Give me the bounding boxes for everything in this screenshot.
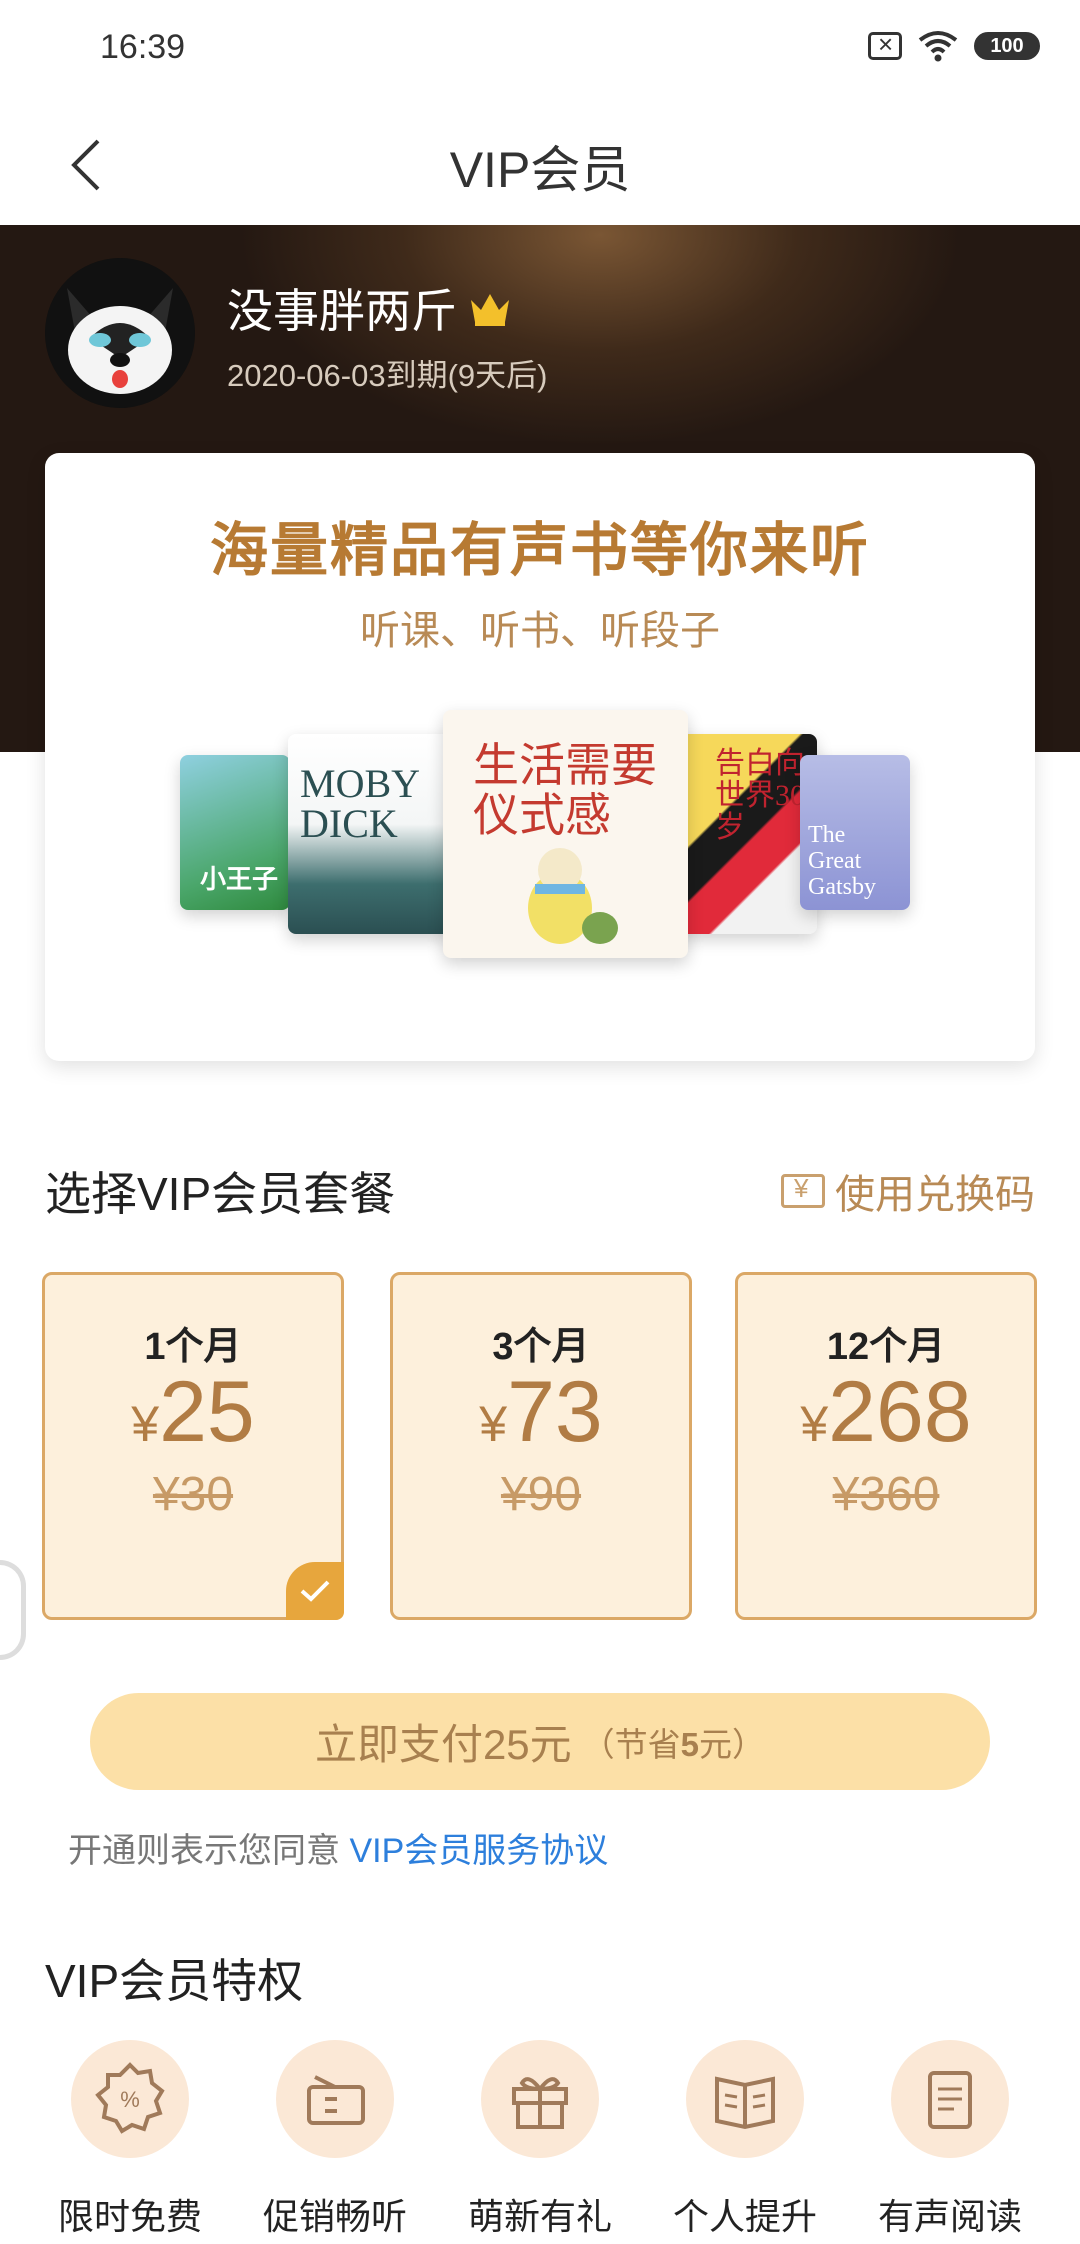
pay-button-label: 立即支付25元 <box>314 1721 572 1768</box>
redeem-code-label: 使用兑换码 <box>835 1173 1035 1217</box>
plan-price-currency: ¥ <box>479 1396 508 1452</box>
plan-price-amount: 268 <box>828 1364 972 1460</box>
status-bar: 16:39 100 <box>0 0 1080 100</box>
banner-subtitle: 听课、听书、听段子 <box>360 609 720 653</box>
book-title: 小王子 <box>200 865 279 894</box>
plan-price: ¥268 <box>738 1363 1034 1462</box>
pay-now-button[interactable]: 立即支付25元 （节省5元） <box>90 1693 990 1790</box>
plan-price: ¥25 <box>45 1363 341 1462</box>
app-header: VIP会员 <box>0 100 1080 225</box>
discount-badge-icon: % <box>71 2040 189 2158</box>
perk-item-audio-reading[interactable]: 有声阅读 <box>865 2040 1035 2240</box>
agreement-text: 开通则表示您同意 VIP会员服务协议 <box>68 1823 608 1872</box>
perks-list: % 限时免费 促销畅听 萌新有礼 个人提升 有声阅读 <box>45 2040 1035 2240</box>
book-cover: 小王子 <box>180 755 290 910</box>
battery-icon: 100 <box>974 32 1040 60</box>
book-cover: 生活需要仪式感 <box>443 710 688 958</box>
username: 没事胖两斤 <box>227 285 457 337</box>
perk-item-limited-free[interactable]: % 限时免费 <box>45 2040 215 2240</box>
username-row: 没事胖两斤 <box>227 275 513 341</box>
crown-icon <box>471 294 509 326</box>
plan-duration: 12个月 <box>826 1326 946 1368</box>
plan-price-amount: 25 <box>159 1364 255 1460</box>
gift-icon <box>481 2040 599 2158</box>
plan-card-3-months[interactable]: 3个月 ¥73 ¥90 <box>390 1272 692 1620</box>
wifi-icon <box>918 30 958 62</box>
avatar[interactable] <box>45 258 195 408</box>
promo-banner[interactable]: 海量精品有声书等你来听 听课、听书、听段子 小王子 MOBY DICK 告白向世… <box>45 453 1035 1061</box>
plan-card-1-month[interactable]: 1个月 ¥25 ¥30 <box>42 1272 344 1620</box>
edge-drag-handle[interactable] <box>0 1560 26 1660</box>
plan-price-currency: ¥ <box>800 1396 829 1452</box>
banner-title: 海量精品有声书等你来听 <box>209 518 870 583</box>
book-open-icon <box>686 2040 804 2158</box>
agreement-prefix: 开通则表示您同意 <box>68 1832 350 1870</box>
vip-expiry-date: 2020-06-03到期(9天后) <box>227 358 548 393</box>
book-title: 告白向世界30岁 <box>715 747 805 844</box>
status-time: 16:39 <box>100 28 186 66</box>
plan-price: ¥73 <box>393 1363 689 1462</box>
perk-item-promo-listen[interactable]: 促销畅听 <box>250 2040 420 2240</box>
no-sim-icon <box>868 29 902 60</box>
book-title: The Great Gatsby <box>808 822 876 900</box>
selected-check-icon <box>286 1562 344 1620</box>
redeem-code-link[interactable]: 使用兑换码 <box>781 1162 1035 1220</box>
plan-duration: 1个月 <box>144 1326 242 1368</box>
plans-section-title: 选择VIP会员套餐 <box>45 1168 396 1220</box>
ticket-icon <box>781 1173 825 1208</box>
book-cover: MOBY DICK <box>288 734 453 934</box>
book-title: MOBY DICK <box>300 761 419 846</box>
perk-label: 有声阅读 <box>877 2196 1022 2237</box>
plan-card-12-months[interactable]: 12个月 ¥268 ¥360 <box>735 1272 1037 1620</box>
perk-item-self-improvement[interactable]: 个人提升 <box>660 2040 830 2240</box>
perks-section-title: VIP会员特权 <box>45 1955 304 2007</box>
plan-price-currency: ¥ <box>131 1396 160 1452</box>
document-icon <box>891 2040 1009 2158</box>
status-icons: 100 <box>868 29 1040 62</box>
plan-original-price: ¥90 <box>500 1468 582 1521</box>
vip-service-agreement-link[interactable]: VIP会员服务协议 <box>349 1832 608 1870</box>
coupon-icon <box>276 2040 394 2158</box>
perk-label: 萌新有礼 <box>467 2196 612 2237</box>
page-title: VIP会员 <box>449 142 631 198</box>
plan-duration: 3个月 <box>492 1326 590 1368</box>
plan-original-price: ¥30 <box>152 1468 234 1521</box>
perk-item-newbie-gift[interactable]: 萌新有礼 <box>455 2040 625 2240</box>
book-cover: The Great Gatsby <box>800 755 910 910</box>
svg-text:%: % <box>120 2087 140 2112</box>
perk-label: 限时免费 <box>57 2196 202 2237</box>
plan-price-amount: 73 <box>507 1364 603 1460</box>
pay-savings-note: （节省5元） <box>581 1725 766 1763</box>
perk-label: 促销畅听 <box>262 2196 407 2237</box>
perk-label: 个人提升 <box>672 2196 817 2237</box>
plan-original-price: ¥360 <box>832 1468 940 1521</box>
book-title: 生活需要仪式感 <box>473 738 657 842</box>
